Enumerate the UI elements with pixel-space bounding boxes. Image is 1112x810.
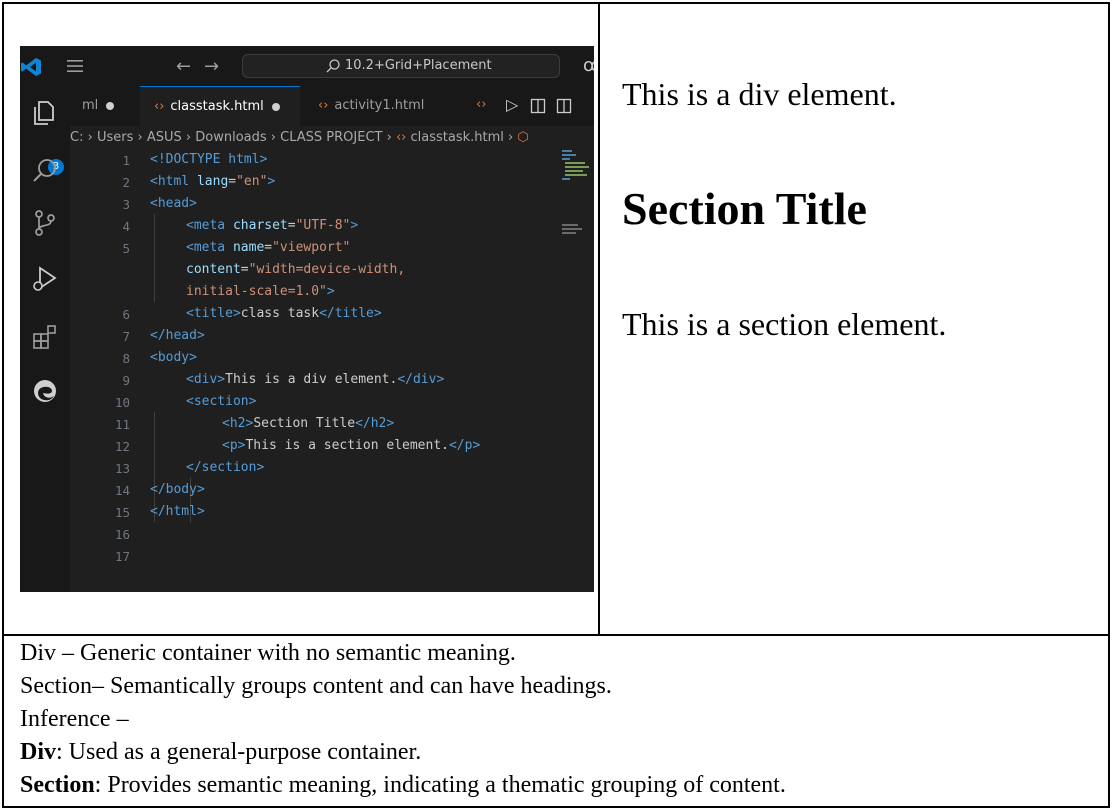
forward-arrow-icon[interactable]: →: [204, 56, 219, 77]
tab-activity1-html[interactable]: ‹› activity1.html: [306, 86, 468, 126]
breadcrumb-item[interactable]: CLASS PROJECT: [280, 130, 382, 145]
note-inference: Inference –: [20, 706, 129, 732]
menu-icon[interactable]: [65, 58, 85, 74]
code-line: <title>class task</title>: [186, 306, 382, 321]
run-debug-icon[interactable]: [30, 264, 60, 294]
line-number: 6: [122, 307, 130, 322]
code-editor[interactable]: 1 2 3 4 5 6 7 8 9 10 11 12 13 14 15 16 1…: [70, 150, 594, 592]
search-icon: [326, 59, 340, 73]
breadcrumb-item[interactable]: Downloads: [195, 130, 266, 145]
line-number: 14: [114, 483, 130, 498]
command-center-search[interactable]: 10.2+Grid+Placement: [242, 54, 560, 78]
breadcrumb-item[interactable]: ASUS: [147, 130, 182, 145]
symbol-icon: ⬡: [517, 130, 529, 145]
breadcrumb-separator-icon: ›: [137, 130, 147, 145]
code-line: <section>: [186, 394, 257, 409]
line-number: 1: [122, 153, 130, 168]
code-line: <meta charset="UTF-8">: [186, 218, 359, 233]
html-file-icon: ‹›: [318, 98, 329, 113]
code-line: content="width=device-width,: [186, 262, 406, 277]
back-arrow-icon[interactable]: ←: [176, 56, 191, 77]
activity-bar: 3: [20, 86, 70, 592]
code-line: <html lang="en">: [150, 174, 276, 189]
tab-classtask-html[interactable]: ‹› classtask.html: [140, 86, 300, 126]
code-line: <h2>Section Title</h2>: [222, 416, 395, 431]
open-changes-icon[interactable]: [530, 98, 546, 114]
code-line: <!DOCTYPE html>: [150, 152, 268, 167]
code-line: </head>: [150, 328, 205, 343]
breadcrumb-item[interactable]: Users: [97, 130, 133, 145]
tab-bar: ml ‹› classtask.html ‹› activity1.html ‹› …: [70, 86, 594, 126]
line-number: 4: [122, 219, 130, 234]
code-line: </html>: [150, 504, 205, 519]
code-line: </body>: [150, 482, 205, 497]
open-preview-icon[interactable]: ‹›: [476, 97, 486, 112]
breadcrumb-separator-icon: ›: [185, 130, 196, 145]
code-line: <body>: [150, 350, 197, 365]
split-editor-icon[interactable]: [556, 98, 572, 114]
code-line: <div>This is a div element.</div>: [186, 372, 445, 387]
indent-guide: [154, 214, 155, 302]
line-number: 17: [114, 549, 130, 564]
line-number: 10: [114, 395, 130, 410]
line-number: 5: [122, 241, 130, 256]
note-inference-div: Div: Used as a general-purpose container…: [20, 739, 422, 765]
edge-browser-icon[interactable]: [30, 376, 60, 406]
source-control-icon[interactable]: [30, 208, 60, 238]
note-inference-section: Section: Provides semantic meaning, indi…: [20, 772, 786, 798]
note-section: Section– Semantically groups content and…: [20, 673, 612, 699]
line-number: 15: [114, 505, 130, 520]
copilot-icon[interactable]: ꝏ: [583, 55, 594, 76]
output-section-title: Section Title: [622, 183, 867, 234]
code-line: initial-scale=1.0">: [186, 284, 335, 299]
line-number: 16: [114, 527, 130, 542]
line-number: 3: [122, 197, 130, 212]
code-line: <p>This is a section element.</p>: [222, 438, 481, 453]
line-number: 11: [114, 417, 130, 432]
vscode-screenshot: ← → 10.2+Grid+Placement ꝏ 3 ml ‹› classt…: [20, 46, 594, 592]
search-text: 10.2+Grid+Placement: [345, 58, 492, 73]
minimap[interactable]: [560, 150, 594, 240]
breadcrumb-separator-icon: ›: [386, 130, 396, 145]
note-div: Div – Generic container with no semantic…: [20, 640, 516, 666]
unsaved-dot-icon: [106, 101, 115, 110]
breadcrumb-separator-icon: ›: [87, 130, 97, 145]
cell-divider-vertical: [598, 4, 600, 634]
line-number: 7: [122, 329, 130, 344]
html-file-icon: ‹›: [154, 99, 165, 114]
tab-partial-file[interactable]: ml: [82, 86, 138, 126]
breadcrumb: C: › Users › ASUS › Downloads › CLASS PR…: [70, 126, 594, 150]
line-number: 13: [114, 461, 130, 476]
vscode-logo-icon: [21, 58, 41, 76]
extensions-icon[interactable]: [30, 322, 60, 352]
line-number: 9: [122, 373, 130, 388]
explorer-icon[interactable]: [30, 98, 60, 128]
line-number: 8: [122, 351, 130, 366]
html-file-icon: ‹›: [395, 130, 407, 145]
unsaved-dot-icon: [271, 102, 280, 111]
run-icon[interactable]: ▷: [506, 95, 518, 114]
cell-divider-horizontal: [4, 634, 1108, 636]
breadcrumb-item[interactable]: classtask.html: [411, 130, 504, 145]
search-view-icon[interactable]: [30, 156, 60, 186]
line-number: 2: [122, 175, 130, 190]
breadcrumb-item[interactable]: C:: [70, 130, 83, 145]
title-bar: ← → 10.2+Grid+Placement ꝏ: [20, 46, 594, 86]
line-number: 12: [114, 439, 130, 454]
breadcrumb-separator-icon: ›: [508, 130, 518, 145]
breadcrumb-separator-icon: ›: [270, 130, 281, 145]
code-line: <head>: [150, 196, 197, 211]
code-line: <meta name="viewport": [186, 240, 351, 255]
output-section-text: This is a section element.: [622, 306, 947, 342]
output-div-text: This is a div element.: [622, 76, 897, 112]
code-line: </section>: [186, 460, 265, 475]
